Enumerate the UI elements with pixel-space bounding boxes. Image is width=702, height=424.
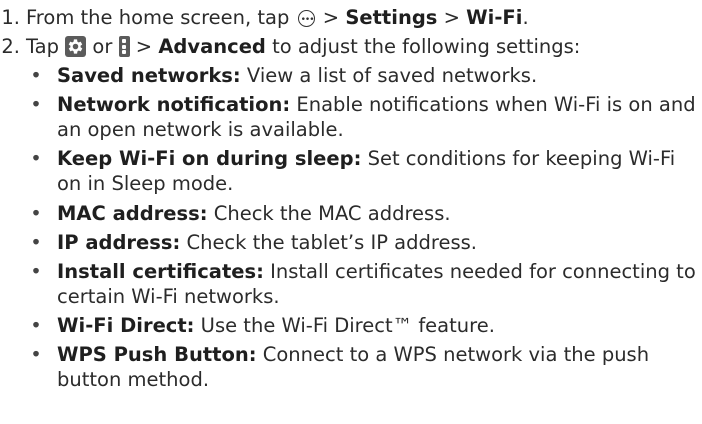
step-text: From the home screen, tap: [26, 6, 290, 29]
bullet: •: [30, 202, 42, 225]
step-number: 1.: [1, 6, 20, 29]
advanced-label: Advanced: [158, 35, 266, 58]
bullet: •: [30, 260, 42, 283]
step-number: 2.: [1, 35, 20, 58]
separator: >: [437, 6, 467, 29]
bullet-term: Keep Wi-Fi on during sleep:: [57, 147, 362, 170]
period: .: [522, 6, 529, 29]
bullet-term: WPS Push Button:: [57, 343, 257, 366]
settings-label: Settings: [345, 6, 438, 29]
step-2: 2. Tap or > Advanced to adjust the follow…: [0, 34, 580, 59]
document: 1. From the home screen, tap ••• > Settin…: [0, 0, 702, 424]
bullet-desc: Check the tablet’s IP address.: [180, 231, 477, 254]
bullet: •: [30, 93, 42, 116]
separator: >: [316, 6, 346, 29]
menu-icon: [118, 36, 130, 57]
wifi-label: Wi-Fi: [466, 6, 523, 29]
or-text: or: [86, 35, 119, 58]
bullet-term: Install certificates:: [57, 260, 264, 283]
bullet: •: [30, 147, 42, 170]
bullet-desc: Check the MAC address.: [207, 202, 451, 225]
bullet: •: [30, 343, 42, 366]
step-text: Tap: [26, 35, 60, 58]
bullet-term: Network notification:: [57, 93, 291, 116]
bullet: •: [30, 314, 42, 337]
step-text-rest: to adjust the following settings:: [265, 35, 581, 58]
apps-icon: •••: [297, 10, 315, 27]
bullet: •: [30, 64, 42, 87]
bullet-term: IP address:: [57, 231, 181, 254]
bullet-term: Wi-Fi Direct:: [57, 314, 195, 337]
step-1: 1. From the home screen, tap ••• > Settin…: [0, 5, 529, 30]
bullet-desc: View a list of saved networks.: [240, 64, 538, 87]
bullet-term: Saved networks:: [57, 64, 241, 87]
bullet-term: MAC address:: [57, 202, 208, 225]
bullet: •: [30, 231, 42, 254]
gear-icon: [65, 36, 87, 57]
separator: >: [129, 35, 159, 58]
bullet-desc: Use the Wi-Fi Direct™ feature.: [194, 314, 495, 337]
